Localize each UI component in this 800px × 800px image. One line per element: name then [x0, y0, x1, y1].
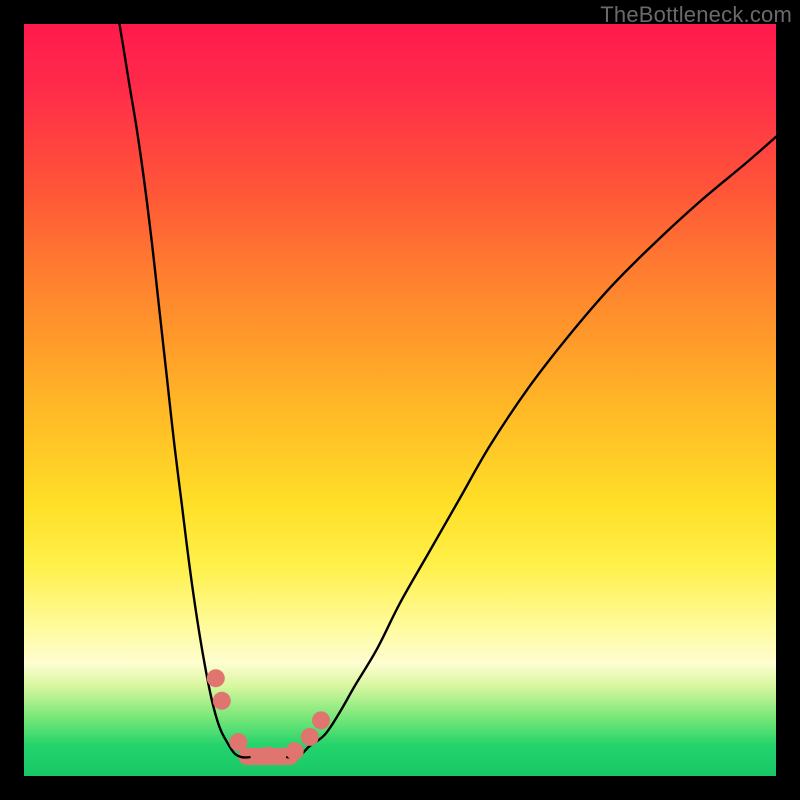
highlight-dots — [207, 669, 330, 764]
curve-right — [287, 137, 776, 758]
chart-overlay — [24, 24, 776, 776]
curve-left — [120, 24, 250, 758]
